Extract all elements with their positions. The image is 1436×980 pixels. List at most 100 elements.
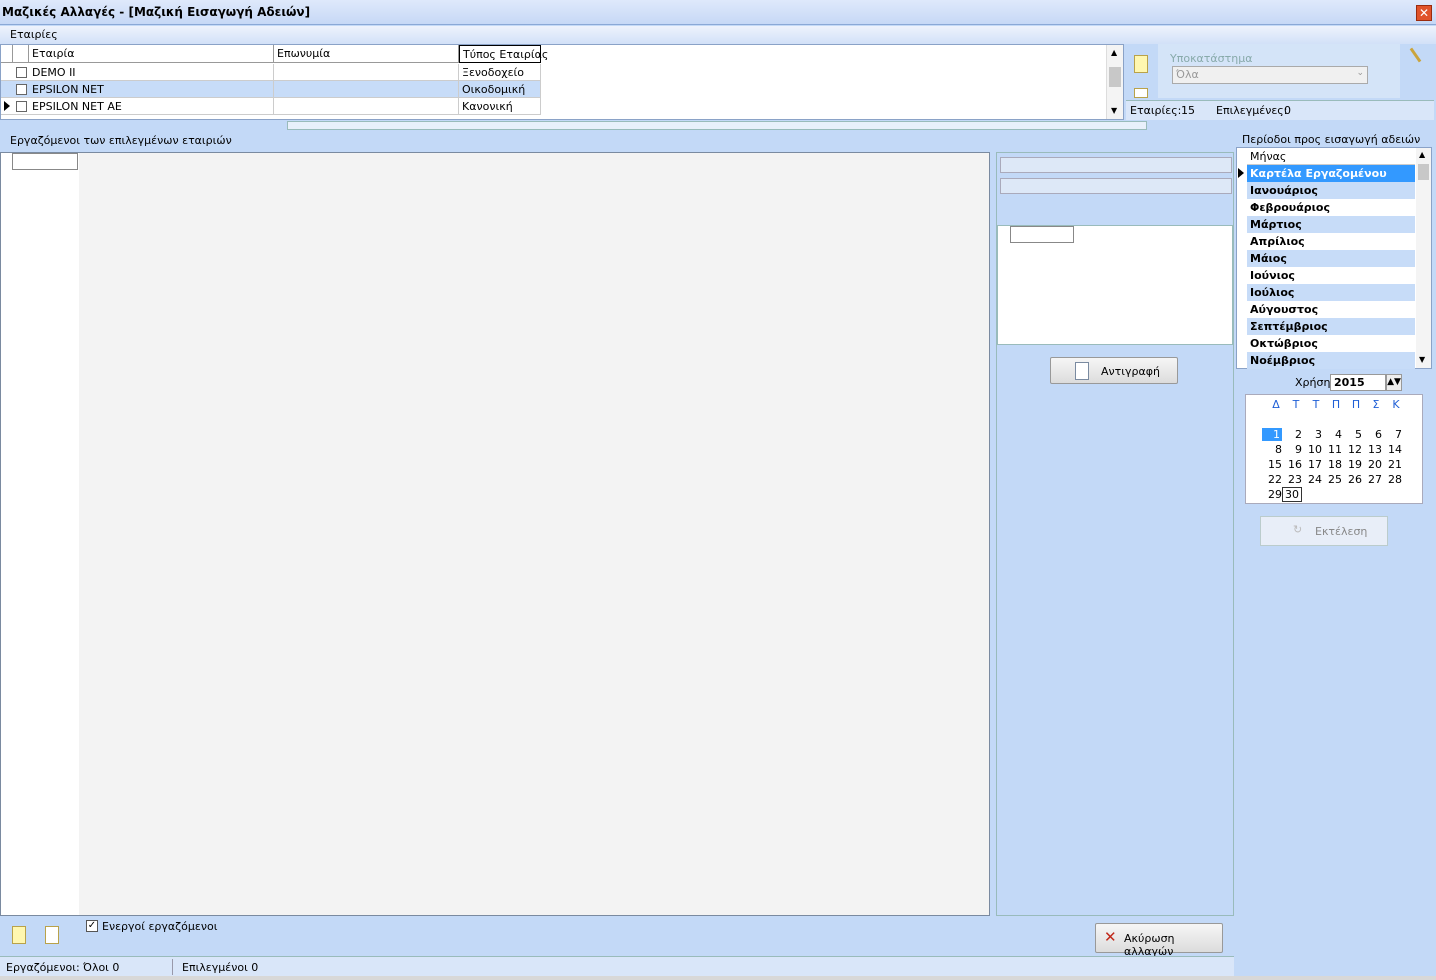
- calendar-day[interactable]: 23: [1282, 473, 1302, 486]
- company-counts: Εταιρίες: 15 Επιλεγμένες: 0: [1126, 100, 1434, 120]
- month-row[interactable]: Ιούλιος: [1247, 284, 1415, 301]
- calendar-day[interactable]: 5: [1342, 428, 1362, 441]
- calendar-day[interactable]: 24: [1302, 473, 1322, 486]
- copy-button-label: Αντιγραφή: [1101, 365, 1160, 378]
- calendar-day[interactable]: 15: [1262, 458, 1282, 471]
- table-row[interactable]: EPSILON NET Οικοδομική: [1, 81, 541, 98]
- month-row[interactable]: Καρτέλα Εργαζομένου: [1247, 165, 1415, 182]
- calendar-day[interactable]: 12: [1342, 443, 1362, 456]
- scroll-thumb[interactable]: [1109, 67, 1121, 87]
- months-scrollbar[interactable]: ▲ ▼: [1416, 148, 1431, 368]
- month-row[interactable]: Μάρτιος: [1247, 216, 1415, 233]
- scroll-up-icon[interactable]: ▲: [1111, 48, 1117, 57]
- middle-grid-rowarea: [1010, 243, 1074, 323]
- weekday-label: Π: [1331, 398, 1341, 411]
- companies-scrollbar[interactable]: ▲ ▼: [1106, 45, 1123, 119]
- deselect-employees-icon[interactable]: [45, 926, 59, 944]
- scroll-down-icon[interactable]: ▼: [1419, 355, 1425, 364]
- calendar-day[interactable]: 13: [1362, 443, 1382, 456]
- calendar-day[interactable]: 21: [1382, 458, 1402, 471]
- company-title: [274, 64, 459, 81]
- splitter-handle[interactable]: [287, 121, 1147, 130]
- calendar-day[interactable]: 29: [1262, 488, 1282, 501]
- calendar-day[interactable]: 8: [1262, 443, 1282, 456]
- month-row[interactable]: Αύγουστος: [1247, 301, 1415, 318]
- calendar[interactable]: Δ Τ Τ Π Π Σ Κ 1 2 3 4 5 6 7 8 9 10 11 12…: [1245, 394, 1423, 504]
- magic-wand-icon[interactable]: [1409, 47, 1422, 63]
- calendar-day[interactable]: 19: [1342, 458, 1362, 471]
- month-row[interactable]: Οκτώβριος: [1247, 335, 1415, 352]
- calendar-day[interactable]: 17: [1302, 458, 1322, 471]
- scroll-down-icon[interactable]: ▼: [1111, 106, 1117, 115]
- copy-button[interactable]: Αντιγραφή: [1050, 357, 1178, 384]
- calendar-day[interactable]: 22: [1262, 473, 1282, 486]
- calendar-day[interactable]: 10: [1302, 443, 1322, 456]
- month-row[interactable]: Απρίλιος: [1247, 233, 1415, 250]
- weekday-label: Τ: [1292, 398, 1300, 411]
- calendar-day[interactable]: 27: [1362, 473, 1382, 486]
- month-row[interactable]: Ιανουάριος: [1247, 182, 1415, 199]
- row-pointer-icon: [4, 101, 10, 111]
- companies-label: Εταιρίες: [10, 28, 58, 41]
- month-row[interactable]: Ιούνιος: [1247, 267, 1415, 284]
- year-label: Χρήση: [1295, 376, 1331, 389]
- month-row[interactable]: Μάιος: [1247, 250, 1415, 267]
- scroll-up-icon[interactable]: ▲: [1419, 150, 1425, 159]
- company-name: DEMO II: [29, 64, 274, 81]
- select-all-icon[interactable]: [1134, 55, 1148, 73]
- wand-area: [1402, 44, 1434, 98]
- calendar-day[interactable]: 11: [1322, 443, 1342, 456]
- calendar-day[interactable]: 28: [1382, 473, 1402, 486]
- calendar-day-selected[interactable]: 1: [1262, 428, 1282, 441]
- calendar-day[interactable]: 6: [1362, 428, 1382, 441]
- window-title: Μαζικές Αλλαγές - [Μαζική Εισαγωγή Αδειώ…: [2, 5, 311, 19]
- months-column-header[interactable]: Μήνας: [1247, 148, 1415, 165]
- calendar-day[interactable]: 18: [1322, 458, 1342, 471]
- active-employees-checkbox[interactable]: ✓: [86, 920, 98, 932]
- status-divider: [172, 959, 173, 975]
- row-checkbox[interactable]: [16, 84, 27, 95]
- month-row[interactable]: Σεπτέμβριος: [1247, 318, 1415, 335]
- column-header-company[interactable]: Εταιρία: [29, 45, 274, 63]
- select-all-employees-icon[interactable]: [12, 926, 26, 944]
- calendar-day[interactable]: 25: [1322, 473, 1342, 486]
- run-button-label: Εκτέλεση: [1315, 525, 1368, 538]
- calendar-day[interactable]: 7: [1382, 428, 1402, 441]
- row-pointer-icon: [1238, 168, 1244, 178]
- run-button[interactable]: ↻ Εκτέλεση: [1260, 516, 1388, 546]
- table-row[interactable]: EPSILON NET AE Κανονική: [1, 98, 541, 115]
- chevron-down-icon[interactable]: ⌄: [1356, 68, 1364, 78]
- row-checkbox[interactable]: [16, 101, 27, 112]
- check-header: [13, 45, 29, 63]
- companies-grid[interactable]: Εταιρία Επωνυμία Τύπος Εταιρίας DEMO II …: [0, 44, 1124, 120]
- calendar-day[interactable]: 20: [1362, 458, 1382, 471]
- calendar-day[interactable]: 3: [1302, 428, 1322, 441]
- deselect-icon[interactable]: [1134, 88, 1148, 98]
- section-strip: [0, 26, 1436, 44]
- calendar-day[interactable]: 16: [1282, 458, 1302, 471]
- column-header-title[interactable]: Επωνυμία: [274, 45, 459, 63]
- calendar-day[interactable]: 2: [1282, 428, 1302, 441]
- run-icon: ↻: [1293, 523, 1303, 536]
- month-row[interactable]: Φεβρουάριος: [1247, 199, 1415, 216]
- cancel-changes-button[interactable]: ✕ Ακύρωση αλλαγών: [1095, 923, 1223, 958]
- month-row[interactable]: Νοέμβριος: [1247, 352, 1415, 369]
- employees-grid[interactable]: [0, 152, 990, 916]
- weekday-label: Σ: [1372, 398, 1380, 411]
- branch-select[interactable]: Όλα ⌄: [1172, 66, 1368, 84]
- scroll-thumb[interactable]: [1418, 164, 1429, 180]
- row-checkbox[interactable]: [16, 67, 27, 78]
- year-input[interactable]: 2015: [1330, 374, 1386, 391]
- calendar-day[interactable]: 9: [1282, 443, 1302, 456]
- calendar-day[interactable]: 4: [1322, 428, 1342, 441]
- company-type: Ξενοδοχείο: [459, 64, 541, 81]
- middle-bar-1: [1000, 157, 1232, 173]
- table-row[interactable]: DEMO II Ξενοδοχείο: [1, 64, 541, 81]
- weekday-label: Δ: [1272, 398, 1280, 411]
- year-spinner-icon[interactable]: ▲▼: [1386, 374, 1402, 391]
- calendar-day[interactable]: 26: [1342, 473, 1362, 486]
- column-header-type[interactable]: Τύπος Εταιρίας: [459, 45, 548, 63]
- calendar-day[interactable]: 14: [1382, 443, 1402, 456]
- close-icon[interactable]: ✕: [1416, 5, 1432, 21]
- calendar-day-today[interactable]: 30: [1282, 487, 1302, 502]
